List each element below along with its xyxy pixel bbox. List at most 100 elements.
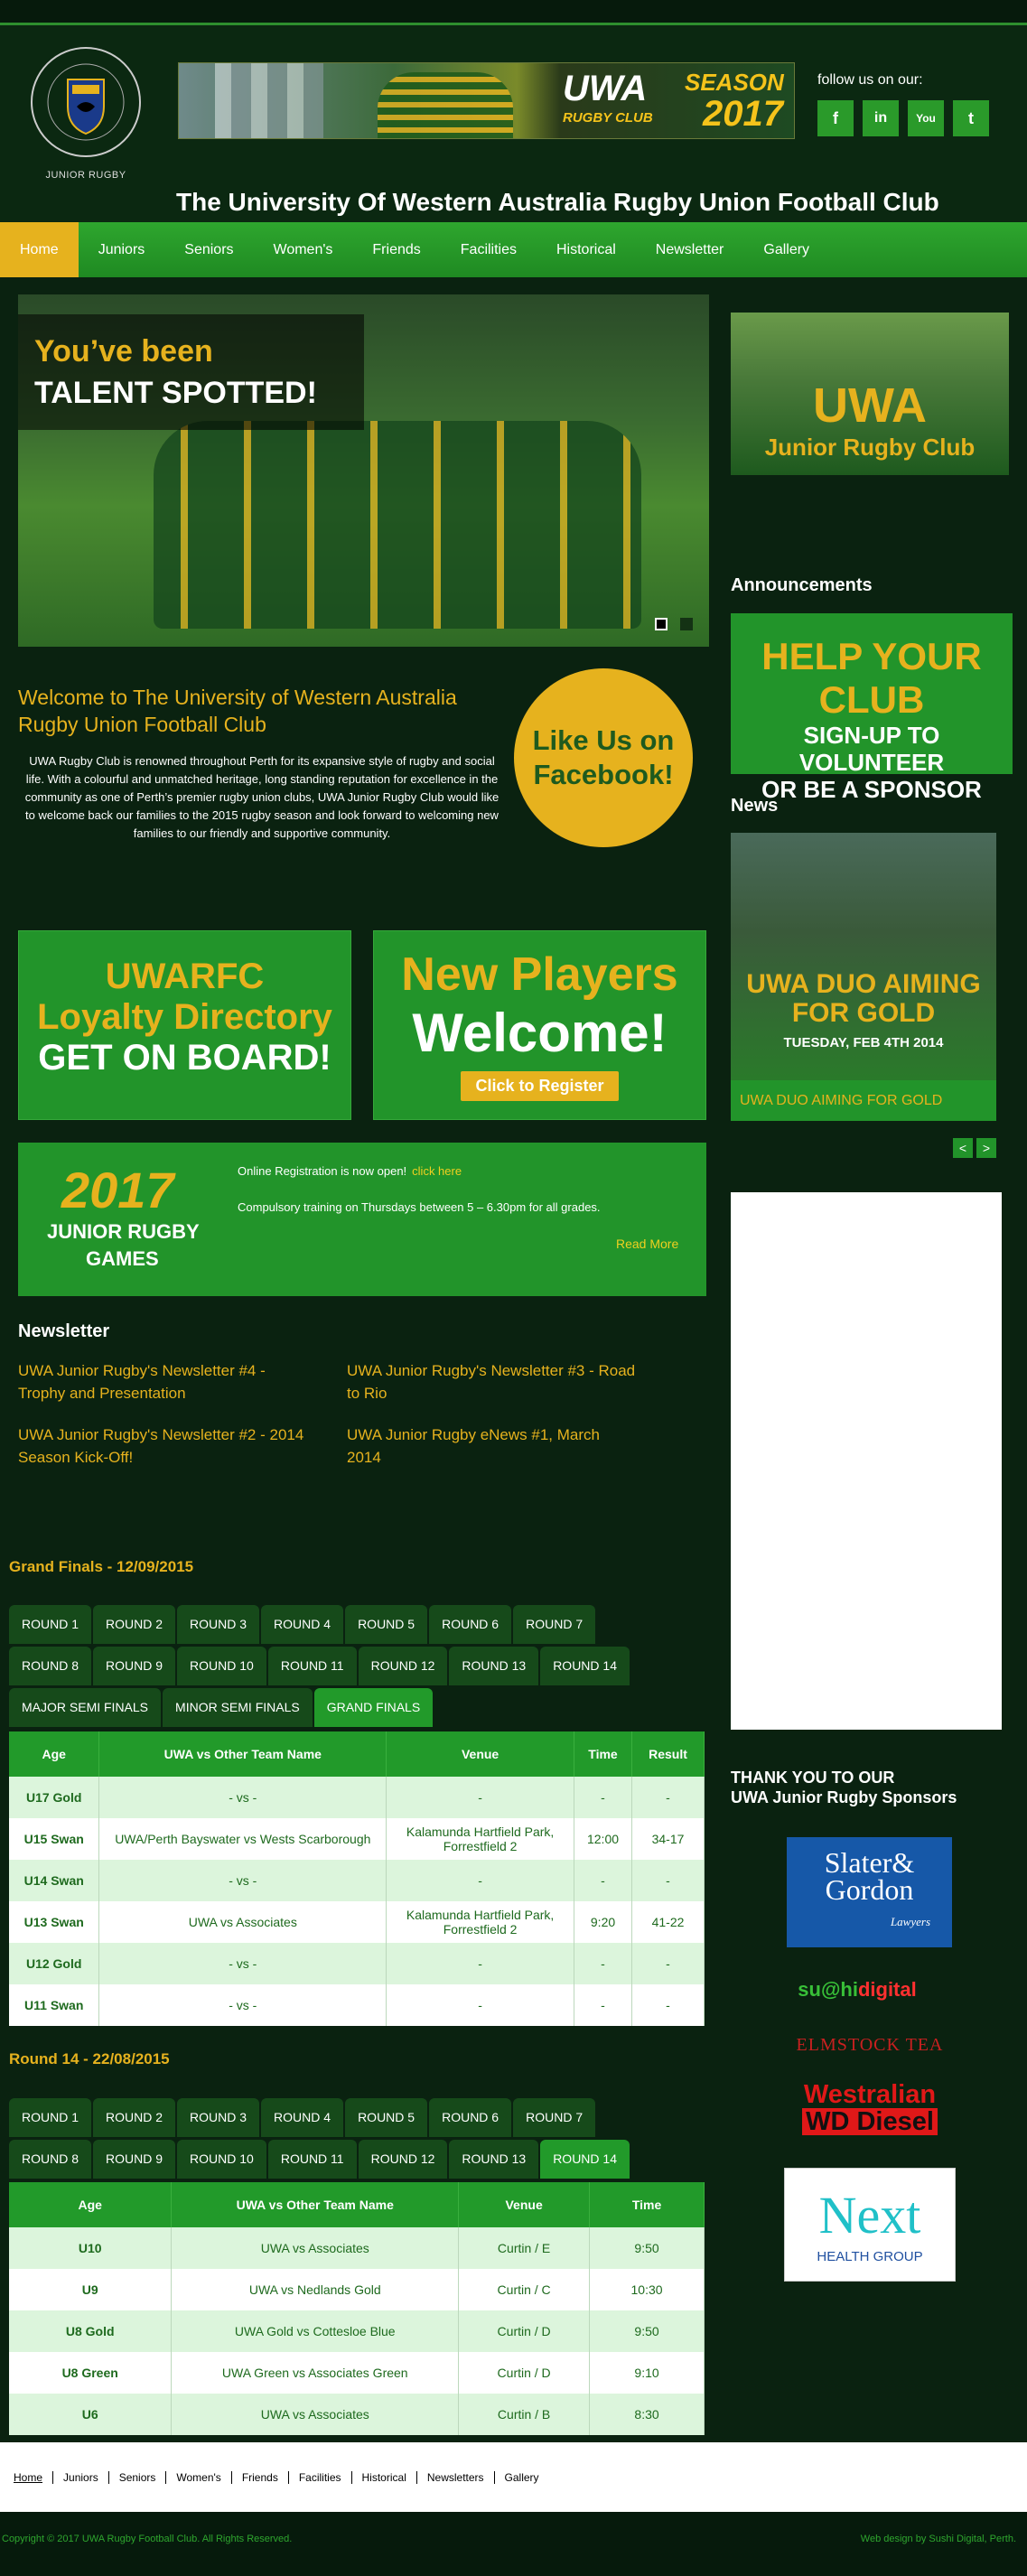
news-next-button[interactable]: > <box>976 1138 996 1158</box>
slider-dot-1[interactable] <box>655 618 668 630</box>
tab-round[interactable]: ROUND 9 <box>93 2140 176 2179</box>
cell-result: 41-22 <box>631 1901 705 1943</box>
cell-age: U10 <box>9 2227 173 2269</box>
nav-newsletter[interactable]: Newsletter <box>636 222 744 277</box>
twitter-icon[interactable]: t <box>953 100 989 136</box>
tab-round[interactable]: ROUND 13 <box>449 2140 539 2179</box>
news-prev-button[interactable]: < <box>953 1138 973 1158</box>
footer-link-gallery[interactable]: Gallery <box>495 2471 549 2484</box>
help-your-club-banner[interactable]: HELP YOUR CLUB SIGN-UP TO VOLUNTEER OR B… <box>731 613 1013 803</box>
nav-seniors[interactable]: Seniors <box>164 222 253 277</box>
newsletter-link[interactable]: UWA Junior Rugby's Newsletter #2 - 2014 … <box>18 1423 307 1469</box>
register-button[interactable]: Click to Register <box>461 1071 619 1101</box>
footer-link-juniors[interactable]: Juniors <box>53 2470 109 2484</box>
sponsor-slater-gordon[interactable]: Slater& Gordon Lawyers <box>787 1837 952 1947</box>
tab-round[interactable]: ROUND 4 <box>261 1605 344 1644</box>
sponsor-sushi-digital[interactable]: su@hi digital <box>770 1976 945 2003</box>
tab-round[interactable]: ROUND 11 <box>267 2140 357 2179</box>
facebook-like-button[interactable]: Like Us on Facebook! <box>514 668 693 847</box>
tab-grand-finals[interactable]: GRAND FINALS <box>313 1688 434 1727</box>
tab-round[interactable]: ROUND 8 <box>9 2140 92 2179</box>
hero-caption-line2: TALENT SPOTTED! <box>34 376 317 410</box>
nav-friends[interactable]: Friends <box>352 222 440 277</box>
footer-link-historical[interactable]: Historical <box>352 2470 417 2484</box>
tab-round[interactable]: ROUND 1 <box>9 2098 92 2137</box>
nav-gallery[interactable]: Gallery <box>743 222 829 277</box>
cell-venue: Curtin / E <box>458 2227 591 2269</box>
footer-link-home[interactable]: Home <box>4 2470 54 2484</box>
newsletter-link[interactable]: UWA Junior Rugby's Newsletter #4 - Troph… <box>18 1359 307 1405</box>
top-bar <box>0 0 1027 25</box>
tab-round[interactable]: ROUND 3 <box>177 2098 260 2137</box>
tab-round[interactable]: ROUND 3 <box>177 1605 260 1644</box>
tab-round[interactable]: ROUND 2 <box>93 1605 176 1644</box>
grand-tabs-row2: ROUND 8 ROUND 9 ROUND 10 ROUND 11 ROUND … <box>9 1647 705 1687</box>
read-more-link[interactable]: Read More <box>616 1237 678 1251</box>
footer-link-friends[interactable]: Friends <box>232 2470 289 2484</box>
cell-age: U6 <box>9 2394 173 2435</box>
tab-round[interactable]: ROUND 2 <box>93 2098 176 2137</box>
hero-slider[interactable]: You’ve been TALENT SPOTTED! <box>18 294 709 647</box>
tab-round[interactable]: ROUND 13 <box>449 1647 539 1685</box>
cell-time: 8:30 <box>589 2394 705 2435</box>
junior-rugby-club-banner[interactable]: UWA Junior Rugby Club <box>731 313 1009 475</box>
sponsor-next-health[interactable]: Next HEALTH GROUP <box>784 2168 956 2282</box>
cell-age: U12 Gold <box>9 1943 100 1984</box>
new-players-banner[interactable]: New Players Welcome! Click to Register <box>373 930 706 1120</box>
web-design-credit[interactable]: Web design by Sushi Digital, Perth. <box>861 2534 1016 2544</box>
banner-season: SEASON <box>685 69 784 96</box>
sponsor-elmstock-tea[interactable]: ELMSTOCK TEA <box>781 2032 958 2058</box>
round14-title: Round 14 - 22/08/2015 <box>9 2050 170 2067</box>
tab-round[interactable]: ROUND 7 <box>513 1605 596 1644</box>
news-image[interactable]: UWA DUO AIMING FOR GOLD TUESDAY, FEB 4TH… <box>731 833 996 1080</box>
footer-link-newsletters[interactable]: Newsletters <box>417 2470 495 2484</box>
table-row: U15 Swan UWA/Perth Bayswater vs Wests Sc… <box>9 1818 705 1860</box>
tab-round[interactable]: ROUND 5 <box>345 2098 428 2137</box>
nav-womens[interactable]: Women's <box>254 222 353 277</box>
click-here-link[interactable]: click here <box>412 1164 462 1178</box>
tab-round[interactable]: ROUND 6 <box>429 2098 512 2137</box>
tab-round[interactable]: ROUND 8 <box>9 1647 92 1685</box>
col-teams: UWA vs Other Team Name <box>98 1731 387 1777</box>
youtube-icon[interactable]: You <box>908 100 944 136</box>
newsletter-link[interactable]: UWA Junior Rugby eNews #1, March 2014 <box>347 1423 636 1469</box>
tab-round[interactable]: ROUND 10 <box>177 2140 266 2179</box>
col-result: Result <box>631 1731 705 1777</box>
tab-round[interactable]: ROUND 6 <box>429 1605 512 1644</box>
tab-round[interactable]: ROUND 12 <box>358 2140 448 2179</box>
tab-round[interactable]: ROUND 10 <box>177 1647 266 1685</box>
footer-link-facilities[interactable]: Facilities <box>289 2470 352 2484</box>
linkedin-icon[interactable]: in <box>863 100 899 136</box>
sponsor-westralian-diesel[interactable]: Westralian WD Diesel <box>783 2079 957 2137</box>
tab-round[interactable]: ROUND 5 <box>345 1605 428 1644</box>
facebook-icon[interactable]: f <box>817 100 854 136</box>
footer-link-womens[interactable]: Women's <box>166 2470 232 2484</box>
tab-round[interactable]: ROUND 7 <box>513 2098 596 2137</box>
nav-historical[interactable]: Historical <box>537 222 636 277</box>
nav-juniors[interactable]: Juniors <box>79 222 165 277</box>
news-caption-link[interactable]: UWA DUO AIMING FOR GOLD <box>731 1080 996 1121</box>
grand-finals-table: Age UWA vs Other Team Name Venue Time Re… <box>9 1731 705 2026</box>
banner-club: RUGBY CLUB <box>563 110 653 126</box>
nav-facilities[interactable]: Facilities <box>441 222 537 277</box>
loyalty-directory-banner[interactable]: UWARFC Loyalty Directory GET ON BOARD! <box>18 930 351 1120</box>
tab-round[interactable]: ROUND 11 <box>267 1647 357 1685</box>
nav-home[interactable]: Home <box>0 222 79 277</box>
cell-venue: Curtin / B <box>458 2394 591 2435</box>
slider-dot-2[interactable] <box>680 618 693 630</box>
tab-major-semi[interactable]: MAJOR SEMI FINALS <box>9 1688 162 1727</box>
tab-round[interactable]: ROUND 12 <box>358 1647 448 1685</box>
registration-label: Online Registration is now open! <box>238 1164 407 1178</box>
season-banner: UWA RUGBY CLUB SEASON 2017 <box>178 62 795 139</box>
newsletter-link[interactable]: UWA Junior Rugby's Newsletter #3 - Road … <box>347 1359 636 1405</box>
tab-round[interactable]: ROUND 9 <box>93 1647 176 1685</box>
footer-link-seniors[interactable]: Seniors <box>109 2470 167 2484</box>
tab-round[interactable]: ROUND 4 <box>261 2098 344 2137</box>
cell-venue: - <box>386 1860 575 1901</box>
club-logo[interactable]: JUNIOR RUGBY <box>27 43 145 181</box>
games-line3: GAMES <box>86 1247 159 1270</box>
tab-round[interactable]: ROUND 14 <box>540 1647 630 1685</box>
tab-minor-semi[interactable]: MINOR SEMI FINALS <box>163 1688 313 1727</box>
tab-round[interactable]: ROUND 1 <box>9 1605 92 1644</box>
tab-round-14[interactable]: ROUND 14 <box>540 2140 630 2179</box>
